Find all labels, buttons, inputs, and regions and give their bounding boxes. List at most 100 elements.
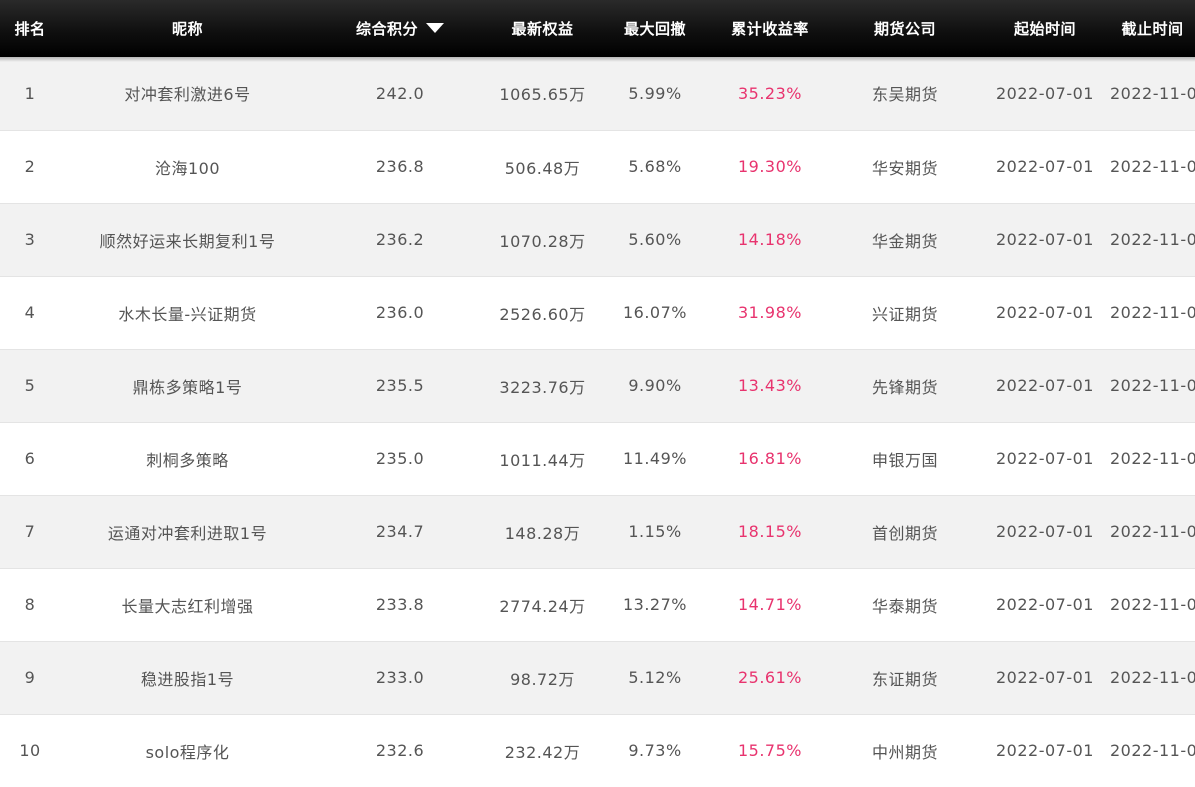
column-header-nickname[interactable]: 昵称 — [60, 0, 315, 57]
cell-end: 2022-11-01 — [1110, 349, 1195, 423]
table-row[interactable]: 4 水木长量-兴证期货 236.0 2526.60万 16.07% 31.98%… — [0, 276, 1195, 350]
cell-drawdown: 9.90% — [600, 349, 710, 423]
cell-equity: 1070.28万 — [485, 203, 600, 277]
cell-drawdown: 5.99% — [600, 57, 710, 131]
cell-nickname[interactable]: 鼎栋多策略1号 — [60, 349, 315, 423]
cell-return: 31.98% — [710, 276, 830, 350]
cell-end: 2022-11-01 — [1110, 57, 1195, 131]
cell-drawdown: 5.68% — [600, 130, 710, 204]
cell-drawdown: 5.12% — [600, 641, 710, 715]
cell-return: 14.18% — [710, 203, 830, 277]
cell-return: 35.23% — [710, 57, 830, 131]
cell-end: 2022-11-01 — [1110, 203, 1195, 277]
cell-rank: 1 — [0, 57, 60, 131]
table-row[interactable]: 6 刺桐多策略 235.0 1011.44万 11.49% 16.81% 申银万… — [0, 422, 1195, 496]
cell-equity: 1011.44万 — [485, 422, 600, 496]
cell-end: 2022-11-01 — [1110, 568, 1195, 642]
table-row[interactable]: 3 顺然好运来长期复利1号 236.2 1070.28万 5.60% 14.18… — [0, 203, 1195, 277]
cell-drawdown: 1.15% — [600, 495, 710, 569]
cell-start: 2022-07-01 — [980, 422, 1110, 496]
cell-drawdown: 11.49% — [600, 422, 710, 496]
cell-rank: 9 — [0, 641, 60, 715]
cell-equity: 148.28万 — [485, 495, 600, 569]
cell-company: 东吴期货 — [830, 57, 980, 131]
table-row[interactable]: 5 鼎栋多策略1号 235.5 3223.76万 9.90% 13.43% 先锋… — [0, 349, 1195, 423]
cell-drawdown: 13.27% — [600, 568, 710, 642]
table-row[interactable]: 7 运通对冲套利进取1号 234.7 148.28万 1.15% 18.15% … — [0, 495, 1195, 569]
table-row[interactable]: 2 沧海100 236.8 506.48万 5.68% 19.30% 华安期货 … — [0, 130, 1195, 204]
cell-company: 首创期货 — [830, 495, 980, 569]
column-header-return[interactable]: 累计收益率 — [710, 0, 830, 57]
cell-company: 申银万国 — [830, 422, 980, 496]
column-header-score[interactable]: 综合积分 — [315, 0, 485, 57]
cell-drawdown: 9.73% — [600, 714, 710, 787]
cell-drawdown: 16.07% — [600, 276, 710, 350]
cell-nickname[interactable]: 水木长量-兴证期货 — [60, 276, 315, 350]
cell-equity: 1065.65万 — [485, 57, 600, 131]
cell-score: 232.6 — [315, 714, 485, 787]
cell-score: 236.8 — [315, 130, 485, 204]
cell-score: 233.0 — [315, 641, 485, 715]
cell-rank: 7 — [0, 495, 60, 569]
cell-nickname[interactable]: 运通对冲套利进取1号 — [60, 495, 315, 569]
cell-equity: 2526.60万 — [485, 276, 600, 350]
cell-start: 2022-07-01 — [980, 276, 1110, 350]
cell-return: 19.30% — [710, 130, 830, 204]
cell-score: 235.0 — [315, 422, 485, 496]
cell-end: 2022-11-01 — [1110, 714, 1195, 787]
column-header-end[interactable]: 截止时间 — [1110, 0, 1195, 57]
cell-nickname[interactable]: 对冲套利激进6号 — [60, 57, 315, 131]
table-row[interactable]: 10 solo程序化 232.6 232.42万 9.73% 15.75% 中州… — [0, 714, 1195, 787]
cell-score: 233.8 — [315, 568, 485, 642]
ranking-table: 排名 昵称 综合积分 最新权益 最大回撤 累计收益率 期货公司 起始时间 截止时… — [0, 0, 1195, 787]
cell-start: 2022-07-01 — [980, 495, 1110, 569]
cell-return: 13.43% — [710, 349, 830, 423]
cell-rank: 3 — [0, 203, 60, 277]
cell-score: 236.0 — [315, 276, 485, 350]
cell-drawdown: 5.60% — [600, 203, 710, 277]
cell-return: 14.71% — [710, 568, 830, 642]
cell-nickname[interactable]: 稳进股指1号 — [60, 641, 315, 715]
table-row[interactable]: 9 稳进股指1号 233.0 98.72万 5.12% 25.61% 东证期货 … — [0, 641, 1195, 715]
column-header-rank[interactable]: 排名 — [0, 0, 60, 57]
header-row: 排名 昵称 综合积分 最新权益 最大回撤 累计收益率 期货公司 起始时间 截止时… — [0, 0, 1195, 57]
cell-start: 2022-07-01 — [980, 641, 1110, 715]
cell-equity: 2774.24万 — [485, 568, 600, 642]
cell-equity: 98.72万 — [485, 641, 600, 715]
cell-equity: 506.48万 — [485, 130, 600, 204]
cell-start: 2022-07-01 — [980, 349, 1110, 423]
column-header-company[interactable]: 期货公司 — [830, 0, 980, 57]
cell-return: 25.61% — [710, 641, 830, 715]
table-row[interactable]: 8 长量大志红利增强 233.8 2774.24万 13.27% 14.71% … — [0, 568, 1195, 642]
column-header-score-label: 综合积分 — [355, 20, 418, 38]
cell-company: 华泰期货 — [830, 568, 980, 642]
column-header-start[interactable]: 起始时间 — [980, 0, 1110, 57]
column-header-drawdown[interactable]: 最大回撤 — [600, 0, 710, 57]
cell-company: 华安期货 — [830, 130, 980, 204]
cell-score: 242.0 — [315, 57, 485, 131]
cell-nickname[interactable]: 刺桐多策略 — [60, 422, 315, 496]
ranking-table-container: 排名 昵称 综合积分 最新权益 最大回撤 累计收益率 期货公司 起始时间 截止时… — [0, 0, 1195, 787]
cell-start: 2022-07-01 — [980, 568, 1110, 642]
cell-nickname[interactable]: solo程序化 — [60, 714, 315, 787]
cell-company: 先锋期货 — [830, 349, 980, 423]
cell-rank: 8 — [0, 568, 60, 642]
sort-down-icon[interactable] — [426, 22, 444, 33]
cell-nickname[interactable]: 长量大志红利增强 — [60, 568, 315, 642]
cell-start: 2022-07-01 — [980, 203, 1110, 277]
cell-company: 东证期货 — [830, 641, 980, 715]
cell-equity: 3223.76万 — [485, 349, 600, 423]
cell-start: 2022-07-01 — [980, 57, 1110, 131]
cell-rank: 4 — [0, 276, 60, 350]
table-row[interactable]: 1 对冲套利激进6号 242.0 1065.65万 5.99% 35.23% 东… — [0, 57, 1195, 131]
cell-rank: 6 — [0, 422, 60, 496]
cell-rank: 10 — [0, 714, 60, 787]
cell-start: 2022-07-01 — [980, 130, 1110, 204]
cell-rank: 5 — [0, 349, 60, 423]
cell-nickname[interactable]: 顺然好运来长期复利1号 — [60, 203, 315, 277]
cell-end: 2022-11-01 — [1110, 276, 1195, 350]
column-header-equity[interactable]: 最新权益 — [485, 0, 600, 57]
cell-nickname[interactable]: 沧海100 — [60, 130, 315, 204]
cell-score: 235.5 — [315, 349, 485, 423]
cell-return: 15.75% — [710, 714, 830, 787]
